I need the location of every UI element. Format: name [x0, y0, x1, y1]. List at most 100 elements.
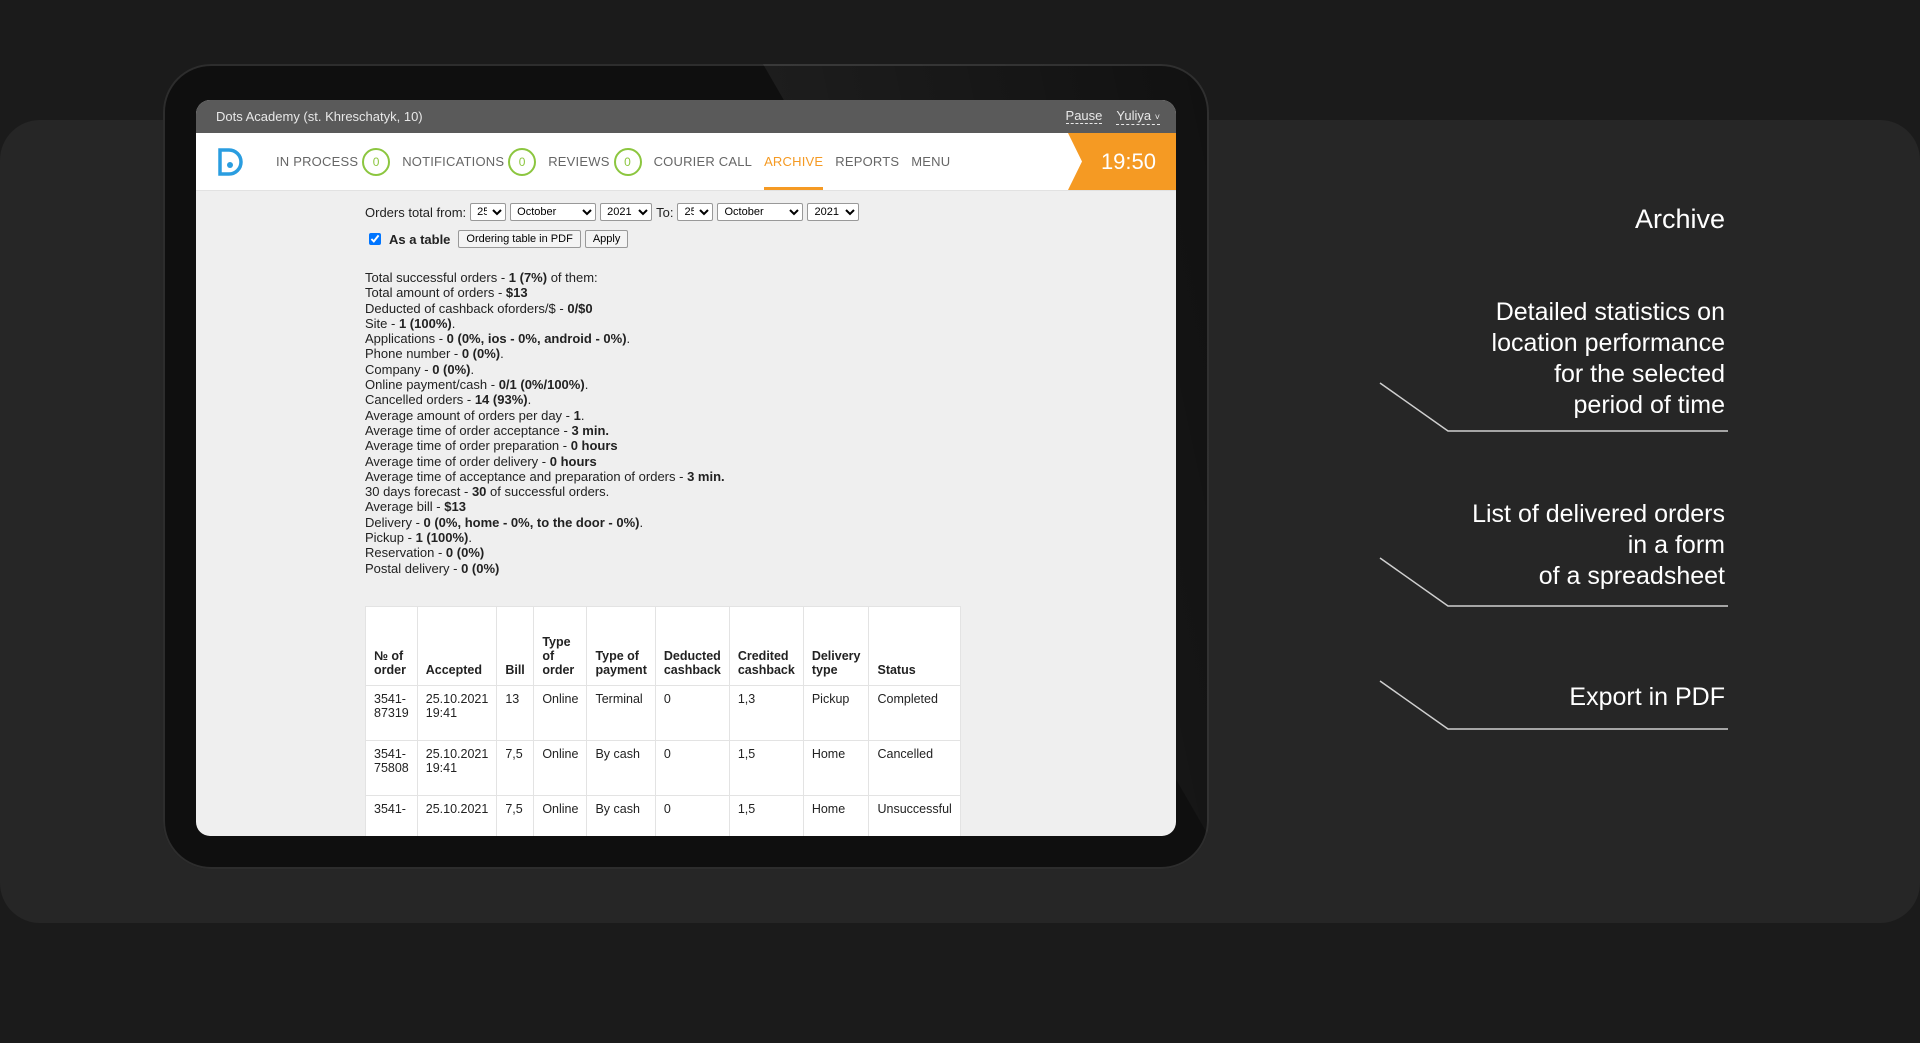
- stat-line: Average bill - $13: [365, 499, 466, 515]
- dots-logo-icon[interactable]: [214, 146, 246, 178]
- as-table-checkbox[interactable]: [369, 233, 381, 245]
- table-row[interactable]: 3541-87319 25.10.2021 19:41 13 Online Termin…: [365, 684, 961, 741]
- table-cell: Home: [802, 739, 870, 796]
- stat-line: Pickup - 1 (100%).: [365, 530, 472, 546]
- apply-button[interactable]: Apply: [584, 230, 629, 248]
- to-day-select[interactable]: 25: [677, 203, 714, 221]
- from-year-select[interactable]: 2021: [600, 203, 653, 221]
- to-year-select[interactable]: 2021: [807, 203, 860, 221]
- to-label: To:: [656, 204, 674, 220]
- title-bar: Dots Academy (st. Khreschatyk, 10) Pause…: [196, 100, 1176, 133]
- from-day-select[interactable]: 25: [470, 203, 507, 221]
- stat-line: Total amount of orders - $13: [365, 285, 528, 301]
- to-month-select[interactable]: October: [717, 203, 804, 221]
- tab-reviews[interactable]: REVIEWS 0: [548, 133, 642, 190]
- stat-line: Company - 0 (0%).: [365, 361, 475, 377]
- in-process-count-badge: 0: [362, 147, 391, 176]
- from-month-select[interactable]: October: [510, 203, 597, 221]
- leader-line-statistics: [1379, 382, 1728, 432]
- table-cell: Pickup: [802, 684, 870, 741]
- table-cell: 1,5: [728, 794, 804, 836]
- archive-content: Orders total from: 25 October 2021 To: 2…: [365, 203, 1165, 836]
- column-header[interactable]: Credited cashback: [728, 605, 804, 686]
- stat-line: Phone number - 0 (0%).: [365, 346, 504, 362]
- stat-line: Average time of order preparation - 0 ho…: [365, 438, 618, 454]
- table-cell: 0: [654, 739, 730, 796]
- stat-line: Average time of order delivery - 0 hours: [365, 453, 597, 469]
- table-cell: Terminal: [586, 684, 656, 741]
- table-row[interactable]: 3541- 25.10.2021 7,5 Online By cash 0 1,5 Home U…: [365, 794, 961, 836]
- table-cell: 1,3: [728, 684, 804, 741]
- column-header[interactable]: Deducted cashback: [654, 605, 730, 686]
- tab-menu[interactable]: MENU: [911, 133, 950, 190]
- stat-line: Average time of acceptance and preparati…: [365, 468, 725, 484]
- table-cell: Online: [533, 794, 588, 836]
- table-options: As a table Ordering table in PDF Apply: [365, 230, 1165, 248]
- table-header-row: № of order Accepted Bill Type of order Type …: [365, 605, 961, 686]
- table-cell: 0: [654, 794, 730, 836]
- table-cell: Completed: [868, 684, 961, 741]
- stat-line: Reservation - 0 (0%): [365, 545, 485, 561]
- table-cell: 25.10.2021 19:41: [416, 684, 498, 741]
- from-label: Orders total from:: [365, 204, 467, 220]
- orders-table: № of order Accepted Bill Type of order Type …: [365, 605, 961, 836]
- clock-display: 19:50: [1068, 133, 1176, 190]
- column-header[interactable]: Bill: [496, 605, 535, 686]
- table-cell: Cancelled: [868, 739, 961, 796]
- notifications-count-badge: 0: [508, 147, 537, 176]
- reviews-count-badge: 0: [613, 147, 642, 176]
- stat-line: 30 days forecast - 30 of successful orde…: [365, 484, 610, 500]
- table-cell: 7,5: [496, 739, 535, 796]
- caption-line: location performance: [1491, 329, 1725, 357]
- archive-heading: Archive: [1634, 204, 1725, 234]
- table-cell: Home: [802, 794, 870, 836]
- table-cell: 0: [654, 684, 730, 741]
- table-cell: 13: [496, 684, 535, 741]
- tab-notifications[interactable]: NOTIFICATIONS 0: [402, 133, 537, 190]
- stat-line: Postal delivery - 0 (0%): [365, 560, 500, 576]
- table-cell: 1,5: [728, 739, 804, 796]
- tab-reports[interactable]: REPORTS: [835, 133, 899, 190]
- stat-line: Applications - 0 (0%, ios - 0%, android …: [365, 331, 631, 347]
- stat-line: Deducted of cashback oforders/$ - 0/$0: [365, 300, 593, 316]
- leader-line-export: [1379, 680, 1728, 730]
- stat-line: Total successful orders - 1 (7%) of them…: [365, 270, 598, 285]
- table-cell: 3541-87319: [365, 684, 418, 741]
- app-screen: Dots Academy (st. Khreschatyk, 10) Pause…: [196, 100, 1176, 836]
- stat-line: Delivery - 0 (0%, home - 0%, to the door…: [365, 514, 644, 530]
- column-header[interactable]: Delivery type: [802, 605, 870, 686]
- table-cell: 3541-: [365, 794, 418, 836]
- date-filter: Orders total from: 25 October 2021 To: 2…: [365, 203, 1165, 221]
- stat-line: Online payment/cash - 0/1 (0%/100%).: [365, 377, 589, 393]
- table-cell: Online: [533, 739, 588, 796]
- table-cell: 25.10.2021 19:41: [416, 739, 498, 796]
- column-header[interactable]: Type of order: [533, 605, 588, 686]
- column-header[interactable]: Accepted: [416, 605, 498, 686]
- tab-archive[interactable]: ARCHIVE: [764, 133, 824, 190]
- table-cell: 7,5: [496, 794, 535, 836]
- table-row[interactable]: 3541-75808 25.10.2021 19:41 7,5 Online By ca…: [365, 739, 961, 796]
- tab-in-process[interactable]: IN PROCESS 0: [276, 133, 391, 190]
- table-cell: 3541-75808: [365, 739, 418, 796]
- table-cell: Online: [533, 684, 588, 741]
- stat-line: Average amount of orders per day - 1.: [365, 407, 585, 423]
- as-table-label: As a table: [389, 231, 451, 247]
- caption-line: Detailed statistics on: [1495, 298, 1725, 326]
- location-title: Dots Academy (st. Khreschatyk, 10): [216, 109, 423, 124]
- table-cell: By cash: [586, 739, 656, 796]
- stat-line: Cancelled orders - 14 (93%).: [365, 392, 532, 408]
- table-cell: 25.10.2021: [416, 794, 498, 836]
- tab-courier-call[interactable]: COURIER CALL: [654, 133, 752, 190]
- stat-line: Site - 1 (100%).: [365, 315, 456, 331]
- user-menu[interactable]: Yuliya ˅: [1116, 108, 1160, 125]
- stat-line: Average time of order acceptance - 3 min…: [365, 422, 610, 438]
- chevron-down-icon: ˅: [1154, 111, 1160, 122]
- pause-link[interactable]: Pause: [1065, 109, 1103, 124]
- pdf-export-button[interactable]: Ordering table in PDF: [458, 230, 581, 248]
- column-header[interactable]: № of order: [365, 605, 418, 686]
- statistics-list: Total successful orders - 1 (7%) of them…: [365, 270, 1165, 576]
- leader-line-spreadsheet: [1379, 557, 1728, 607]
- caption-line: List of delivered orders: [1472, 500, 1725, 528]
- column-header[interactable]: Type of payment: [586, 605, 656, 686]
- column-header[interactable]: Status: [868, 605, 961, 686]
